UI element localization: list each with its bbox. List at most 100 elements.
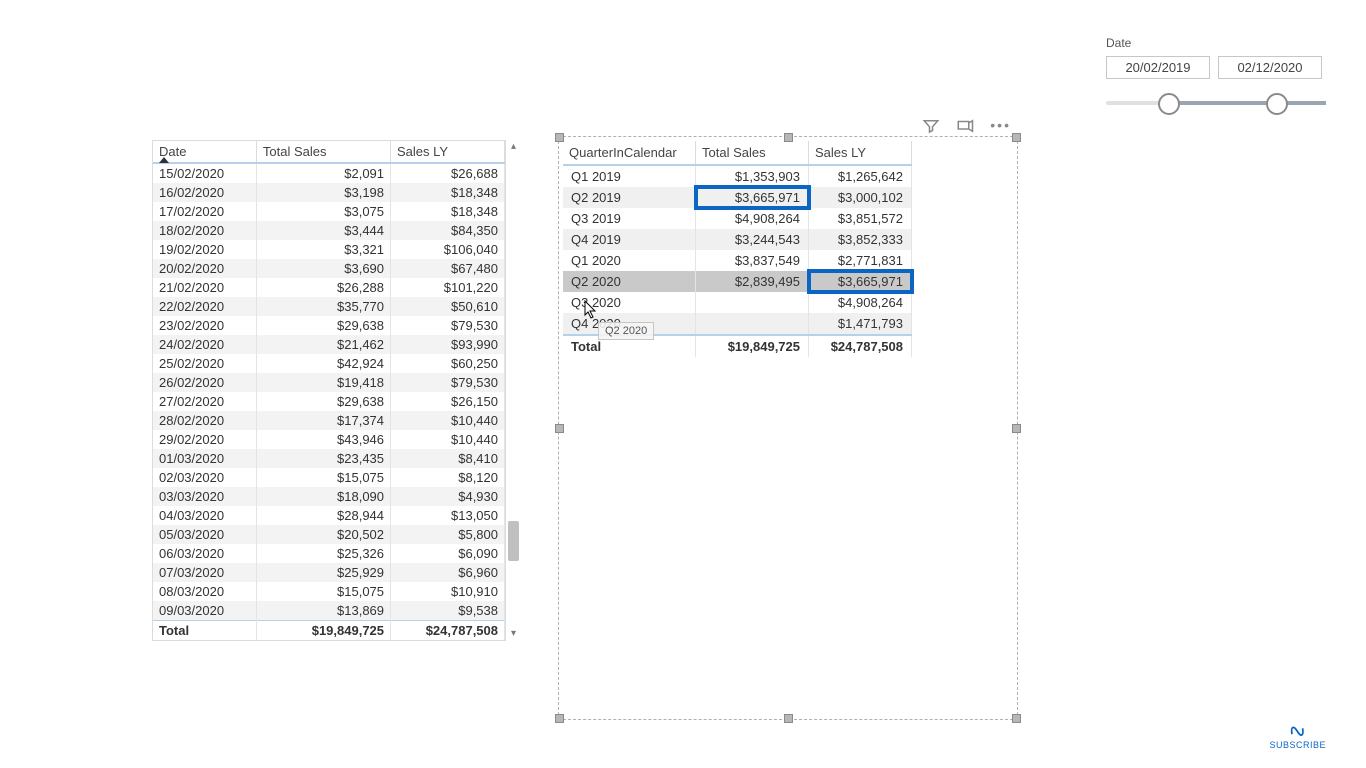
col-total-sales-label: Total Sales [263, 144, 327, 159]
more-options-icon[interactable]: ••• [990, 117, 1011, 140]
table-row[interactable]: Q3 2019$4,908,264$3,851,572 [563, 208, 912, 229]
table-row[interactable]: 27/02/2020$29,638$26,150 [153, 392, 505, 411]
resize-handle[interactable] [784, 714, 793, 723]
table-row[interactable]: 03/03/2020$18,090$4,930 [153, 487, 505, 506]
quarter-cell: Q2 2020 [563, 271, 696, 292]
table-row[interactable]: Q1 2020$3,837,549$2,771,831 [563, 250, 912, 271]
table-row[interactable]: 16/02/2020$3,198$18,348 [153, 183, 505, 202]
resize-handle[interactable] [784, 133, 793, 142]
sales-ly-cell: $5,800 [391, 525, 505, 544]
sales-ly-cell: $9,538 [391, 601, 505, 621]
scroll-up-icon[interactable]: ▴ [505, 141, 522, 153]
table-row[interactable]: 08/03/2020$15,075$10,910 [153, 582, 505, 601]
table-row[interactable]: 24/02/2020$21,462$93,990 [153, 335, 505, 354]
sort-ascending-icon [159, 157, 169, 163]
total-sales-cell: $2,091 [256, 163, 390, 183]
table-row[interactable]: 21/02/2020$26,288$101,220 [153, 278, 505, 297]
table-row[interactable]: 07/03/2020$25,929$6,960 [153, 563, 505, 582]
sales-ly-cell: $4,930 [391, 487, 505, 506]
col-quarter[interactable]: QuarterInCalendar [563, 141, 696, 165]
table-row[interactable]: 26/02/2020$19,418$79,530 [153, 373, 505, 392]
resize-handle[interactable] [1012, 133, 1021, 142]
daily-sales-table[interactable]: Date Total Sales Sales LY 15/02/2020$2,0… [152, 140, 506, 641]
table-row[interactable]: Q3 2020$4,908,264 [563, 292, 912, 313]
table-row[interactable]: 20/02/2020$3,690$67,480 [153, 259, 505, 278]
total-sales-value: $19,849,725 [256, 621, 390, 641]
sales-ly-cell: $8,410 [391, 449, 505, 468]
sales-ly-cell: $4,908,264 [809, 292, 912, 313]
total-sales-cell: $15,075 [256, 582, 390, 601]
sales-ly-cell: $3,665,971 [809, 271, 912, 292]
total-sales-cell: $29,638 [256, 316, 390, 335]
table-row[interactable]: 15/02/2020$2,091$26,688 [153, 163, 505, 183]
quarter-cell: Q3 2019 [563, 208, 696, 229]
table-total-row: Total $19,849,725 $24,787,508 [563, 335, 912, 357]
date-cell: 20/02/2020 [153, 259, 256, 278]
col-total-sales-q[interactable]: Total Sales [696, 141, 809, 165]
sales-ly-cell: $10,440 [391, 411, 505, 430]
table-row[interactable]: 28/02/2020$17,374$10,440 [153, 411, 505, 430]
resize-handle[interactable] [555, 133, 564, 142]
table-row[interactable]: 01/03/2020$23,435$8,410 [153, 449, 505, 468]
table-row[interactable]: 23/02/2020$29,638$79,530 [153, 316, 505, 335]
sales-ly-cell: $26,150 [391, 392, 505, 411]
total-label: Total [563, 335, 696, 357]
resize-handle[interactable] [1012, 424, 1021, 433]
date-cell: 22/02/2020 [153, 297, 256, 316]
table-row[interactable]: 02/03/2020$15,075$8,120 [153, 468, 505, 487]
total-sales-cell: $3,075 [256, 202, 390, 221]
table-row[interactable]: 19/02/2020$3,321$106,040 [153, 240, 505, 259]
sales-ly-cell: $3,851,572 [809, 208, 912, 229]
scroll-down-icon[interactable]: ▾ [505, 628, 522, 640]
col-sales-ly-q[interactable]: Sales LY [809, 141, 912, 165]
date-to-input[interactable]: 02/12/2020 [1218, 56, 1322, 79]
filter-icon[interactable] [922, 117, 940, 140]
total-sales-cell: $21,462 [256, 335, 390, 354]
date-cell: 05/03/2020 [153, 525, 256, 544]
table-row[interactable]: 18/02/2020$3,444$84,350 [153, 221, 505, 240]
focus-mode-icon[interactable] [956, 117, 974, 140]
table-row[interactable]: 04/03/2020$28,944$13,050 [153, 506, 505, 525]
date-slider-handle-start[interactable] [1158, 93, 1180, 115]
total-sales-cell: $28,944 [256, 506, 390, 525]
table-row[interactable]: 06/03/2020$25,326$6,090 [153, 544, 505, 563]
vertical-scrollbar[interactable]: ▴ ▾ [505, 141, 522, 640]
col-sales-ly[interactable]: Sales LY [391, 141, 505, 163]
quarter-sales-visual[interactable]: ••• QuarterInCalendar Total Sales Sales … [558, 136, 1018, 720]
table-row[interactable]: Q4 2020$1,471,793 [563, 313, 912, 335]
quarter-cell: Q1 2019 [563, 165, 696, 187]
date-slider-handle-end[interactable] [1266, 93, 1288, 115]
date-cell: 03/03/2020 [153, 487, 256, 506]
table-row[interactable]: 29/02/2020$43,946$10,440 [153, 430, 505, 449]
date-slider-track[interactable] [1106, 101, 1326, 105]
col-date[interactable]: Date [153, 141, 256, 163]
slicer-title: Date [1106, 36, 1346, 50]
sales-ly-cell: $3,000,102 [809, 187, 912, 208]
table-row[interactable]: 25/02/2020$42,924$60,250 [153, 354, 505, 373]
date-cell: 23/02/2020 [153, 316, 256, 335]
table-row[interactable]: 17/02/2020$3,075$18,348 [153, 202, 505, 221]
table-row[interactable]: 09/03/2020$13,869$9,538 [153, 601, 505, 621]
scrollbar-thumb[interactable] [508, 521, 519, 561]
sales-ly-cell: $3,852,333 [809, 229, 912, 250]
table-row[interactable]: Q4 2019$3,244,543$3,852,333 [563, 229, 912, 250]
table-row[interactable]: Q1 2019$1,353,903$1,265,642 [563, 165, 912, 187]
resize-handle[interactable] [555, 424, 564, 433]
total-sales-cell: $19,418 [256, 373, 390, 392]
total-sales-cell: $35,770 [256, 297, 390, 316]
total-sales-cell: $1,353,903 [696, 165, 809, 187]
table-row[interactable]: Q2 2019$3,665,971$3,000,102 [563, 187, 912, 208]
col-total-sales[interactable]: Total Sales [256, 141, 390, 163]
resize-handle[interactable] [1012, 714, 1021, 723]
date-cell: 17/02/2020 [153, 202, 256, 221]
sales-ly-cell: $1,265,642 [809, 165, 912, 187]
date-from-input[interactable]: 20/02/2019 [1106, 56, 1210, 79]
sales-ly-cell: $18,348 [391, 202, 505, 221]
table-row[interactable]: 22/02/2020$35,770$50,610 [153, 297, 505, 316]
table-row[interactable]: Q2 2020$2,839,495$3,665,971 [563, 271, 912, 292]
table-row[interactable]: 05/03/2020$20,502$5,800 [153, 525, 505, 544]
sales-ly-cell: $79,530 [391, 373, 505, 392]
date-slicer[interactable]: Date 20/02/2019 02/12/2020 [1106, 36, 1346, 105]
resize-handle[interactable] [555, 714, 564, 723]
quarter-cell: Q2 2019 [563, 187, 696, 208]
